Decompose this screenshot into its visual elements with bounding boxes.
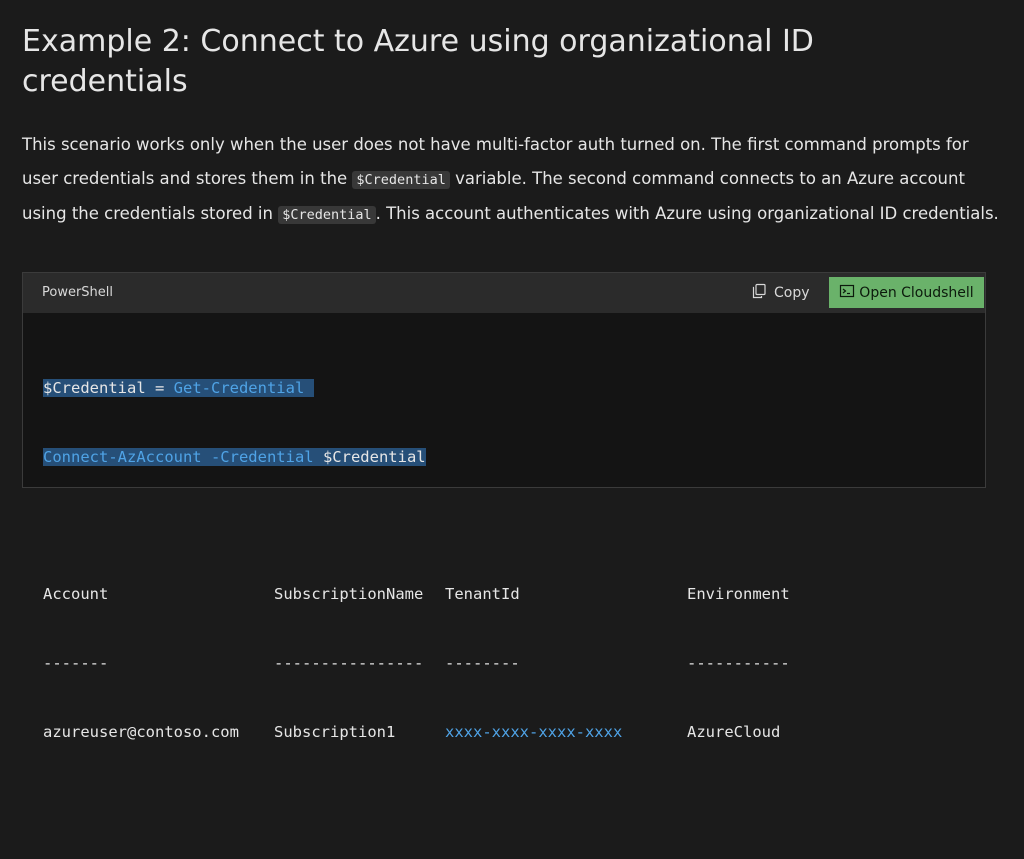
output-header: Account	[43, 585, 109, 603]
code-block: PowerShell Copy Open Cloudshell $Credent…	[22, 272, 986, 741]
code-operator: =	[145, 379, 174, 397]
output-dashes: ----------------	[274, 654, 424, 672]
output-value: AzureCloud	[687, 723, 781, 741]
description-paragraph: This scenario works only when the user d…	[22, 128, 1002, 233]
output-header-row: Account SubscriptionName TenantId Enviro…	[43, 583, 975, 606]
output-value: xxxx-xxxx-xxxx-xxxx	[445, 723, 623, 741]
code-cmdlet: Connect-AzAccount	[43, 448, 202, 466]
code-line-1: $Credential = Get-Credential	[43, 377, 975, 400]
code-cmdlet: Get-Credential	[173, 379, 305, 397]
code-parameter: -Credential	[201, 448, 314, 466]
copy-icon	[751, 283, 767, 303]
code-content: $Credential = Get-Credential Connect-AzA…	[43, 331, 975, 790]
inline-code-credential-1: $Credential	[352, 170, 450, 189]
section-heading: Example 2: Connect to Azure using organi…	[22, 24, 814, 99]
code-variable: $Credential	[43, 379, 146, 397]
output-dash-row: ------- ---------------- -------- ------…	[43, 652, 975, 675]
output-dashes: --------	[445, 654, 520, 672]
copy-button-label: Copy	[774, 285, 810, 301]
paragraph-text-3: . This account authenticates with Azure …	[375, 204, 999, 223]
output-header: SubscriptionName	[274, 585, 424, 603]
code-language-label: PowerShell	[42, 285, 114, 300]
code-line-2: Connect-AzAccount -Credential $Credentia…	[43, 446, 975, 469]
terminal-icon	[839, 283, 855, 303]
output-value-row: azureuser@contoso.com Subscription1 xxxx…	[43, 721, 975, 744]
code-block-header: PowerShell Copy Open Cloudshell	[23, 273, 985, 313]
output-header: TenantId	[445, 585, 520, 603]
output-value: Subscription1	[274, 723, 396, 741]
output-value: azureuser@contoso.com	[43, 723, 239, 741]
output-dashes: -----------	[687, 654, 790, 672]
open-cloudshell-label: Open Cloudshell	[859, 284, 974, 301]
code-variable: $Credential	[313, 448, 426, 466]
output-header: Environment	[687, 585, 790, 603]
output-dashes: -------	[43, 654, 109, 672]
open-cloudshell-button[interactable]: Open Cloudshell	[829, 277, 984, 308]
inline-code-credential-2: $Credential	[278, 206, 376, 224]
copy-button[interactable]: Copy	[751, 280, 821, 306]
